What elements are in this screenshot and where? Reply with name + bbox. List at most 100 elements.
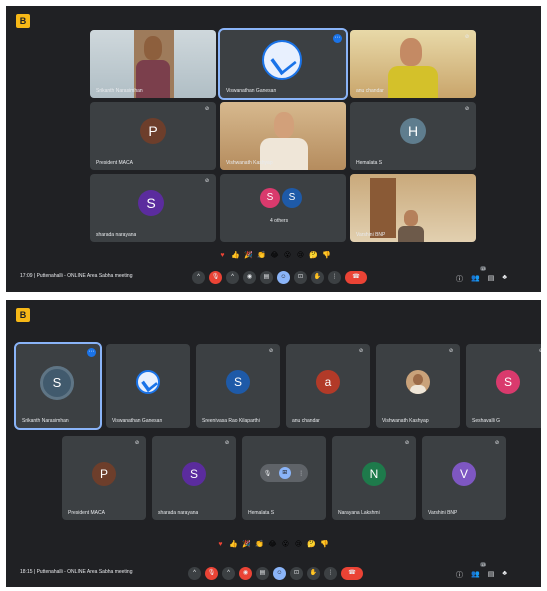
mic-muted-icon: ⊘ (448, 348, 454, 354)
participant-tile[interactable]: S ⊘ Seshavalli G (466, 344, 541, 428)
meeting-info: 17:09 | Puttenahalli - ONLINE Area Sabha… (20, 273, 133, 279)
participant-name: Varshini BNP (356, 232, 386, 238)
mic-muted-icon: ⊘ (224, 440, 230, 446)
viswanathan-logo-icon (136, 370, 160, 394)
side-panel-icons: ⓘ 👥 ▤ ♣ (456, 274, 507, 284)
reaction-thinking[interactable]: 🤔 (309, 251, 318, 260)
mic-toggle-button[interactable]: 🎙 (209, 271, 222, 284)
avatar: H (400, 118, 426, 144)
raise-hand-button[interactable]: ✋ (311, 271, 324, 284)
camera-toggle-button[interactable]: ◉ (239, 567, 252, 580)
activities-icon[interactable]: ♣ (502, 274, 507, 284)
reaction-surprised[interactable]: 😮 (281, 540, 290, 549)
participant-tile[interactable]: N ⊘ Narayana Lakshmi (332, 436, 416, 520)
reaction-laugh[interactable]: 😂 (268, 540, 277, 549)
audio-options-button[interactable]: ^ (192, 271, 205, 284)
reaction-sad[interactable]: 😢 (296, 251, 305, 260)
reaction-sad[interactable]: 😢 (294, 540, 303, 549)
captions-button[interactable]: ▤ (256, 567, 269, 580)
participant-tile[interactable]: P ⊘ President MACA (90, 102, 216, 170)
chat-icon[interactable]: ▤ (488, 570, 495, 580)
camera-toggle-button[interactable]: ◉ (243, 271, 256, 284)
reaction-thumbs-up[interactable]: 👍 (229, 540, 238, 549)
audio-options-button[interactable]: ^ (188, 567, 201, 580)
participant-tile[interactable]: ⊘ anu chandar (350, 30, 476, 98)
participant-count-badge: 13 (480, 266, 487, 271)
participant-tile[interactable]: P ⊘ President MACA (62, 436, 146, 520)
participant-tile[interactable]: Viswanathan Ganesan (106, 344, 190, 428)
pin-icon[interactable]: ⋯ (87, 348, 96, 357)
leave-call-button[interactable]: ☎ (341, 567, 363, 580)
participant-tile[interactable]: ⋯ Viswanathan Ganesan (218, 28, 348, 100)
mic-toggle-button[interactable]: 🎙 (205, 567, 218, 580)
video-options-button[interactable]: ^ (222, 567, 235, 580)
reaction-clap[interactable]: 👏 (257, 251, 266, 260)
participant-tile[interactable]: a ⊘ anu chandar (286, 344, 370, 428)
people-icon[interactable]: 👥 (471, 274, 480, 284)
mic-muted-icon: ⊘ (494, 440, 500, 446)
participant-tile[interactable]: ⊘ Vishwanath Kashyap (376, 344, 460, 428)
activities-icon[interactable]: ♣ (502, 570, 507, 580)
reaction-clap[interactable]: 👏 (255, 540, 264, 549)
reaction-party[interactable]: 🎉 (242, 540, 251, 549)
reaction-heart[interactable]: ♥ (218, 251, 227, 260)
avatar: S (260, 188, 280, 208)
others-tile[interactable]: S S 4 others (220, 174, 346, 242)
emoji-button[interactable]: ☺ (273, 567, 286, 580)
call-controls: ^ 🎙 ^ ◉ ▤ ☺ ⊡ ✋ ⋮ ☎ (192, 271, 367, 284)
video-options-button[interactable]: ^ (226, 271, 239, 284)
mic-icon[interactable]: 🎙 (264, 470, 272, 477)
participant-name: sharada narayana (96, 232, 137, 238)
avatar: S (40, 366, 74, 400)
participant-tile[interactable]: Srikanth Narasimhan (90, 30, 216, 98)
participant-name: President MACA (96, 160, 133, 166)
mic-muted-icon: ⊘ (464, 34, 470, 40)
people-icon[interactable]: 👥 (471, 570, 480, 580)
reaction-surprised[interactable]: 😮 (283, 251, 292, 260)
more-vert-icon[interactable]: ⋮ (298, 470, 304, 477)
participant-tile[interactable]: Vishwanath Kashyap (220, 102, 346, 170)
leave-call-button[interactable]: ☎ (345, 271, 367, 284)
more-options-button[interactable]: ⋮ (324, 567, 337, 580)
mic-muted-icon: ⊘ (538, 348, 541, 354)
reaction-thumbs-down[interactable]: 👎 (320, 540, 329, 549)
chat-icon[interactable]: ▤ (488, 274, 495, 284)
participant-tile[interactable]: S ⊘ sharada narayana (152, 436, 236, 520)
captions-button[interactable]: ▤ (260, 271, 273, 284)
avatar: S (182, 462, 206, 486)
participant-name: Hemalata S (248, 510, 275, 516)
present-button[interactable]: ⊡ (290, 567, 303, 580)
present-button[interactable]: ⊡ (294, 271, 307, 284)
raise-hand-button[interactable]: ✋ (307, 567, 320, 580)
control-bar: 18:15 | Puttenahalli - ONLINE Area Sabha… (6, 562, 541, 584)
pin-icon[interactable]: ⋯ (333, 34, 342, 43)
meet-logo-icon: B (16, 308, 30, 322)
emoji-button[interactable]: ☺ (277, 271, 290, 284)
avatar: a (316, 370, 340, 394)
participant-tile[interactable]: Varshini BNP (350, 174, 476, 242)
meeting-info: 18:15 | Puttenahalli - ONLINE Area Sabha… (20, 569, 133, 575)
reaction-thinking[interactable]: 🤔 (307, 540, 316, 549)
tile-hover-controls: 🎙 ⊞ ⋮ (260, 464, 308, 482)
participant-tile[interactable]: S ⊘ sharada narayana (90, 174, 216, 242)
reaction-heart[interactable]: ♥ (216, 540, 225, 549)
reactions-bar: ♥ 👍 🎉 👏 😂 😮 😢 🤔 👎 (216, 540, 329, 549)
reaction-thumbs-up[interactable]: 👍 (231, 251, 240, 260)
pin-icon[interactable]: ⊞ (278, 467, 291, 479)
participant-tile[interactable]: H ⊘ Hemalata S (350, 102, 476, 170)
mic-muted-icon: ⊘ (204, 178, 210, 184)
mic-muted-icon: ⊘ (464, 106, 470, 112)
reaction-party[interactable]: 🎉 (244, 251, 253, 260)
participant-tile[interactable]: 🎙 ⊞ ⋮ Hemalata S (242, 436, 326, 520)
participant-tile[interactable]: V ⊘ Varshini BNP (422, 436, 506, 520)
more-options-button[interactable]: ⋮ (328, 271, 341, 284)
participant-tile[interactable]: S ⋯ Srikanth Narasimhan (14, 342, 102, 430)
participant-tile[interactable]: S ⊘ Sreenivasa Rao Kilaparthi (196, 344, 280, 428)
info-icon[interactable]: ⓘ (456, 570, 463, 580)
reactions-bar: ♥ 👍 🎉 👏 😂 😮 😢 🤔 👎 (218, 251, 331, 260)
info-icon[interactable]: ⓘ (456, 274, 463, 284)
avatar: S (138, 190, 164, 216)
reaction-thumbs-down[interactable]: 👎 (322, 251, 331, 260)
reaction-laugh[interactable]: 😂 (270, 251, 279, 260)
avatar: S (226, 370, 250, 394)
